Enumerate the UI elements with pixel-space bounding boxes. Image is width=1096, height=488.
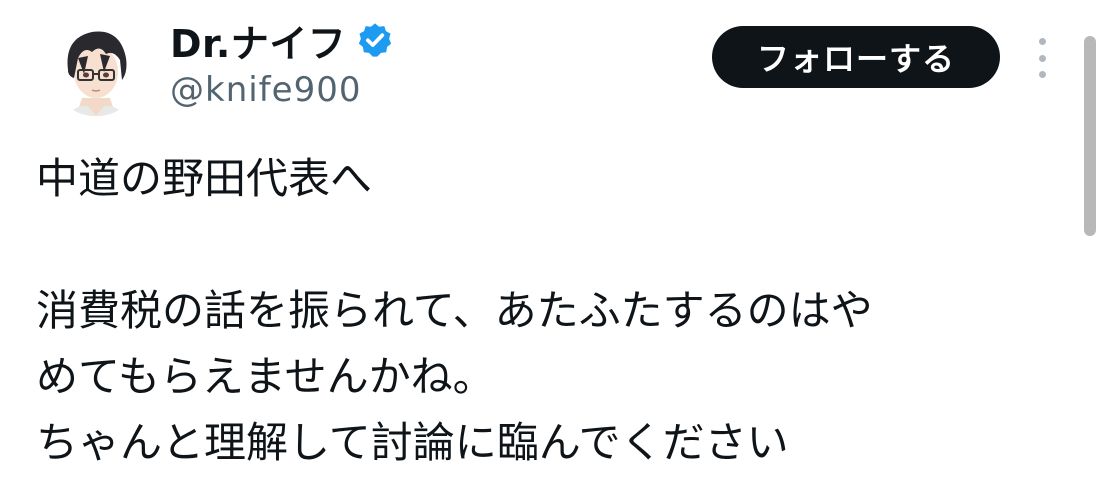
more-dot xyxy=(1038,38,1046,45)
avatar[interactable] xyxy=(48,20,144,116)
follow-button[interactable]: フォローする xyxy=(712,26,1000,88)
tweet-line: ちゃんと理解して討論に臨んでください xyxy=(36,418,789,467)
scrollbar[interactable] xyxy=(1084,36,1096,236)
tweet-line: 消費税の話を振られて、あたふたするのはや xyxy=(36,286,873,335)
user-name-row: Dr.ナイフ xyxy=(170,14,394,66)
user-handle[interactable]: @knife900 xyxy=(170,70,361,110)
more-options-icon[interactable] xyxy=(1030,38,1054,78)
avatar-image xyxy=(48,20,144,116)
tweet-line: 中道の野田代表へ xyxy=(36,154,373,203)
more-dot xyxy=(1038,71,1046,78)
more-dot xyxy=(1038,54,1046,62)
display-name[interactable]: Dr.ナイフ xyxy=(170,13,346,68)
tweet-line: めてもらえませんかね。 xyxy=(36,352,495,401)
tweet-text: 中道の野田代表へ 消費税の話を振られて、あたふたするのはや めてもらえませんかね… xyxy=(36,146,1076,476)
verified-badge-icon[interactable] xyxy=(356,21,394,59)
